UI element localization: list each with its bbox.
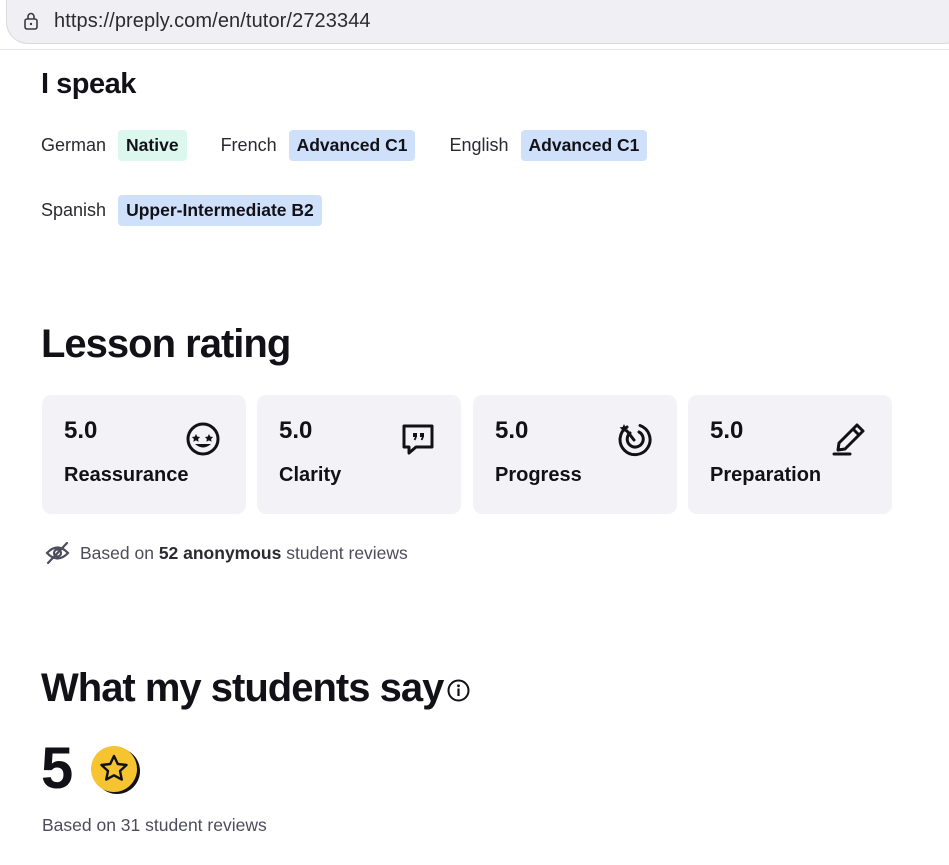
- browser-toolbar: https://preply.com/en/tutor/2723344: [0, 0, 949, 50]
- eye-off-icon: [45, 541, 70, 565]
- info-icon[interactable]: [446, 678, 471, 703]
- rating-score: 5.0: [64, 417, 98, 444]
- language-row: Spanish Upper-Intermediate B2: [41, 195, 356, 226]
- target-progress-icon: [618, 424, 652, 457]
- language-name: English: [449, 135, 509, 155]
- reviews-count-text: Based on 31 student reviews: [42, 815, 267, 835]
- language-level-badge: Advanced C1: [288, 130, 416, 161]
- language-level-badge: Upper-Intermediate B2: [118, 195, 322, 226]
- rating-card-progress: 5.0 Progress: [473, 395, 677, 514]
- rating-label: Reassurance: [64, 464, 189, 486]
- overall-rating-score: 5: [41, 736, 73, 801]
- language-level-badge: Native: [118, 130, 187, 161]
- rating-label: Preparation: [710, 464, 822, 486]
- rating-card-clarity: 5.0 Clarity: [257, 395, 461, 514]
- student-reviews-heading: What my students say: [41, 666, 444, 710]
- language-name: French: [220, 135, 277, 155]
- languages-heading: I speak: [41, 68, 136, 100]
- rating-score: 5.0: [710, 417, 744, 444]
- toolbar-divider: [0, 49, 949, 50]
- language-row: German Native French Advanced C1 English…: [41, 130, 681, 161]
- anonymous-reviews-note: Based on 52 anonymous student reviews: [44, 541, 408, 565]
- rating-card-preparation: 5.0 Preparation: [688, 395, 892, 514]
- language-level-badge: Advanced C1: [520, 130, 648, 161]
- pencil-icon: [832, 423, 865, 456]
- anonymous-suffix: student reviews: [281, 542, 408, 563]
- speech-bubble-quote-icon: [402, 424, 434, 455]
- language-name: Spanish: [41, 200, 107, 220]
- rating-score: 5.0: [279, 417, 313, 444]
- rating-card-reassurance: 5.0 Reassurance: [42, 395, 246, 514]
- anonymous-reviews-text: Based on 52 anonymous student reviews: [80, 543, 408, 564]
- smiley-star-eyes-icon: [186, 422, 220, 456]
- rating-label: Progress: [495, 464, 582, 486]
- anonymous-prefix: Based on: [80, 542, 159, 563]
- rating-score: 5.0: [495, 417, 529, 444]
- lock-icon: [24, 12, 38, 30]
- star-badge-icon: [91, 746, 140, 794]
- lesson-rating-heading: Lesson rating: [41, 322, 291, 366]
- rating-label: Clarity: [279, 464, 342, 486]
- language-name: German: [41, 135, 107, 155]
- anonymous-count: 52 anonymous: [158, 542, 282, 563]
- address-bar[interactable]: https://preply.com/en/tutor/2723344: [6, 0, 949, 44]
- url-text[interactable]: https://preply.com/en/tutor/2723344: [54, 10, 371, 33]
